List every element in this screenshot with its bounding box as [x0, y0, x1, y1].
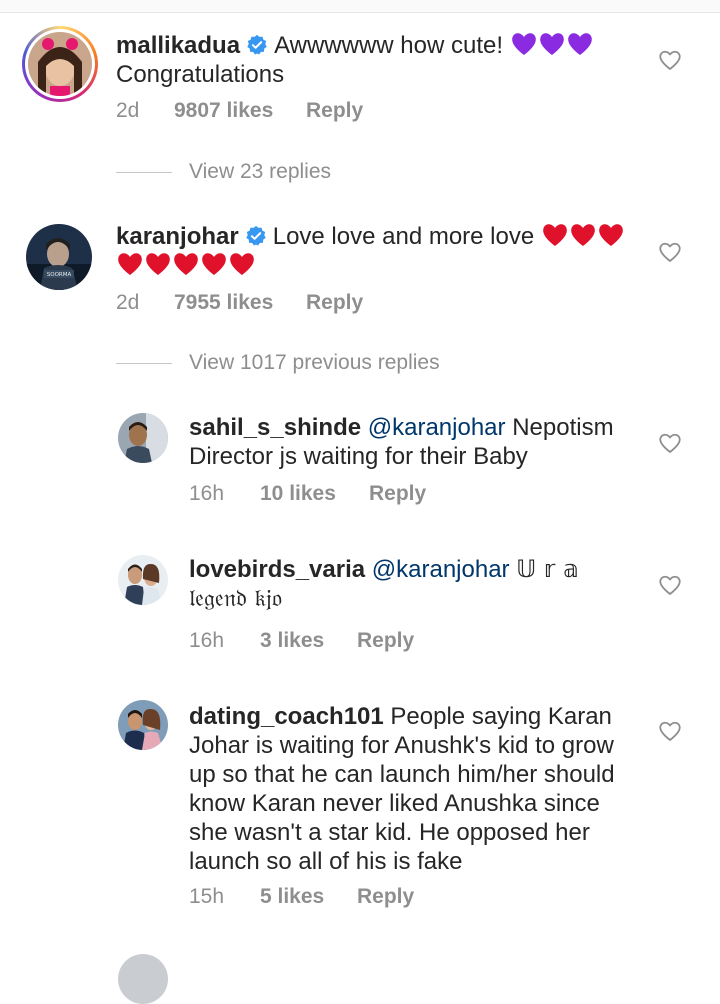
likes-count[interactable]: 3 likes — [260, 629, 324, 653]
likes-count[interactable]: 9807 likes — [174, 99, 273, 123]
comment-time: 16h — [189, 482, 225, 505]
reply-button[interactable]: Reply — [306, 99, 363, 123]
comment-time: 16h — [189, 629, 225, 652]
comment-text: karanjohar Love love and more love — [116, 222, 646, 280]
comment-body-line: know Karan never liked Anushka since — [189, 790, 600, 817]
mention-link[interactable]: @karanjohar — [372, 556, 510, 583]
comment-body-line: up so that he can launch him/her should — [189, 761, 615, 788]
comment-body: Nepotism — [512, 414, 614, 441]
heart-outline-icon[interactable] — [658, 432, 682, 454]
username[interactable]: sahil_s_shinde — [189, 414, 361, 441]
red-heart-icon — [202, 253, 226, 275]
comment-time: 2d — [116, 291, 140, 314]
red-heart-icon — [118, 253, 142, 275]
purple-heart-icon — [567, 33, 592, 55]
avatar[interactable] — [118, 413, 168, 463]
red-heart-icon — [571, 224, 595, 246]
red-heart-icon — [230, 253, 254, 275]
avatar[interactable] — [22, 26, 98, 102]
username[interactable]: mallikadua — [116, 32, 240, 59]
comment-body: Love love and more love — [272, 223, 535, 250]
comment-text: mallikadua Awwwwww how cute! Congratulati… — [116, 31, 636, 89]
likes-count[interactable]: 5 likes — [260, 885, 324, 909]
purple-heart-icon — [511, 33, 536, 55]
divider-line — [116, 363, 172, 364]
comment-text: lovebirds_varia @karanjohar 𝕌 𝕣 𝕒 𝔩𝔢𝔤𝔢𝔫𝔡… — [189, 555, 639, 613]
heart-outline-icon[interactable] — [658, 49, 682, 71]
purple-heart-icon — [539, 33, 564, 55]
red-heart-icon — [174, 253, 198, 275]
comment-body-line: she wasn't a star kid. He opposed her — [189, 819, 590, 846]
view-replies-label[interactable]: View 1017 previous replies — [189, 351, 440, 375]
purple-heart-emoji-group — [510, 32, 594, 59]
profile-photo: SOORMA — [26, 224, 92, 290]
red-heart-icon — [599, 224, 623, 246]
avatar[interactable] — [118, 700, 168, 750]
red-heart-emoji-group-line2 — [116, 252, 256, 279]
svg-text:SOORMA: SOORMA — [47, 272, 72, 278]
divider-line — [116, 172, 172, 173]
username[interactable]: lovebirds_varia — [189, 556, 365, 583]
comment-body: People saying Karan — [390, 703, 612, 730]
reply-button[interactable]: Reply — [357, 885, 414, 909]
verified-badge-icon — [247, 34, 267, 55]
comment-body-line: Johar is waiting for Anushk's kid to gro… — [189, 732, 614, 759]
avatar[interactable] — [118, 555, 168, 605]
profile-photo — [28, 32, 92, 96]
red-heart-icon — [543, 224, 567, 246]
profile-photo — [118, 413, 168, 463]
username[interactable]: dating_coach101 — [189, 703, 384, 730]
heart-outline-icon[interactable] — [658, 574, 682, 596]
view-replies-label[interactable]: View 23 replies — [189, 160, 331, 184]
likes-count[interactable]: 10 likes — [260, 482, 336, 506]
red-heart-emoji-group — [541, 223, 625, 250]
red-heart-icon — [146, 253, 170, 275]
comment-time: 15h — [189, 885, 225, 908]
reply-button[interactable]: Reply — [306, 291, 363, 315]
comment-text: dating_coach101 People saying Karan Joha… — [189, 702, 649, 876]
comment-body: 𝕌 𝕣 𝕒 — [516, 555, 579, 583]
verified-badge-icon — [246, 225, 266, 246]
comment-body-line: launch so all of his is fake — [189, 848, 463, 875]
username[interactable]: karanjohar — [116, 223, 239, 250]
comment-body-line2: 𝔩𝔢𝔤𝔢𝔫𝔡 𝔨𝔧𝔬 — [189, 584, 282, 612]
profile-photo — [118, 555, 168, 605]
comment-time: 2d — [116, 99, 140, 122]
mention-link[interactable]: @karanjohar — [368, 414, 506, 441]
comment-body: Awwwwww how cute! — [274, 32, 504, 59]
reply-button[interactable]: Reply — [357, 629, 414, 653]
comment-text: sahil_s_shinde @karanjohar Nepotism Dire… — [189, 413, 639, 471]
comment-body-line2: Director js waiting for their Baby — [189, 443, 528, 470]
likes-count[interactable]: 7955 likes — [174, 291, 273, 315]
heart-outline-icon[interactable] — [658, 720, 682, 742]
reply-button[interactable]: Reply — [369, 482, 426, 506]
comment-body-line2: Congratulations — [116, 61, 285, 88]
heart-outline-icon[interactable] — [658, 241, 682, 263]
profile-photo — [118, 700, 168, 750]
avatar[interactable]: SOORMA — [26, 224, 92, 290]
top-divider — [0, 0, 720, 13]
